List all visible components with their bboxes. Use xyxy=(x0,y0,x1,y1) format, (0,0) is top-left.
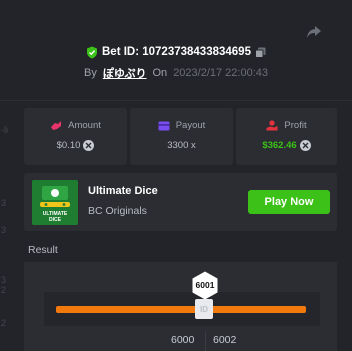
amount-value-row: $0.10 xyxy=(24,140,127,151)
header-divider xyxy=(0,100,352,101)
left-edge-strip: -li 3 3 3 2 2 xyxy=(0,100,12,351)
left-edge-text: 2 xyxy=(1,285,7,295)
bet-timestamp: 2023/2/17 22:00:43 xyxy=(173,67,268,79)
slider-handle: ID xyxy=(195,299,213,319)
payout-value: 3300 x xyxy=(167,140,196,151)
result-marker: 6001 xyxy=(191,271,219,301)
bet-id-row: Bet ID: 107237384338346​95 xyxy=(0,43,352,61)
coin-icon xyxy=(83,140,95,151)
dice-game-logo: ULTIMATE DICE xyxy=(32,180,78,225)
profit-title-row: Profit xyxy=(236,120,337,131)
game-name[interactable]: Ultimate Dice xyxy=(88,185,158,197)
svg-text:DICE: DICE xyxy=(49,217,62,223)
left-edge-text: 3 xyxy=(1,275,7,285)
profit-value-row: $362.46 xyxy=(236,140,337,151)
username-link[interactable]: ぽゆぷり xyxy=(103,65,147,81)
verified-shield-icon xyxy=(87,46,97,58)
coin-icon xyxy=(299,140,311,151)
profit-title: Profit xyxy=(284,120,307,131)
amount-title: Amount xyxy=(68,120,101,131)
result-heading: Result xyxy=(28,244,58,256)
profit-value: $362.46 xyxy=(262,140,297,151)
slider-handle-label: ID xyxy=(200,304,208,314)
game-card: ULTIMATE DICE Ultimate Dice BC Originals… xyxy=(24,173,337,231)
bet-id: Bet ID: 107237384338346​95 xyxy=(102,46,251,58)
range-high-value: 6002 xyxy=(213,334,237,346)
amount-card: Amount $0.10 xyxy=(24,108,127,165)
payout-card: Payout 3300 x xyxy=(130,108,233,165)
share-icon xyxy=(307,26,321,38)
left-edge-text: 2 xyxy=(1,318,7,328)
left-edge-text: 3 xyxy=(1,198,7,208)
bet-author-row: By ぽゆぷり On 2023/2/17 22:00:43 xyxy=(0,64,352,82)
copy-icon[interactable] xyxy=(254,47,266,58)
left-edge-text: 3 xyxy=(1,225,7,235)
by-label: By xyxy=(83,67,97,79)
range-separator xyxy=(205,332,206,351)
range-low-value: 6000 xyxy=(171,334,195,346)
result-marker-value: 6001 xyxy=(195,280,215,290)
amount-title-row: Amount xyxy=(24,120,127,131)
game-thumbnail[interactable]: ULTIMATE DICE xyxy=(32,180,78,225)
play-now-button[interactable]: Play Now xyxy=(248,190,330,214)
payout-title-row: Payout xyxy=(130,120,233,131)
share-button[interactable] xyxy=(304,22,324,42)
profit-icon xyxy=(266,120,278,131)
profit-card: Profit $362.46 xyxy=(236,108,337,165)
game-provider: BC Originals xyxy=(88,205,147,217)
result-panel: ID 6001 6000 6002 xyxy=(24,262,337,351)
payout-title: Payout xyxy=(175,120,206,131)
left-edge-text: -li xyxy=(1,125,8,135)
on-label: On xyxy=(152,67,168,79)
amount-icon xyxy=(51,121,62,130)
payout-icon xyxy=(158,121,170,130)
amount-value: $0.10 xyxy=(56,140,81,151)
result-slider-bar xyxy=(56,306,306,313)
payout-value-row: 3300 x xyxy=(130,140,233,151)
